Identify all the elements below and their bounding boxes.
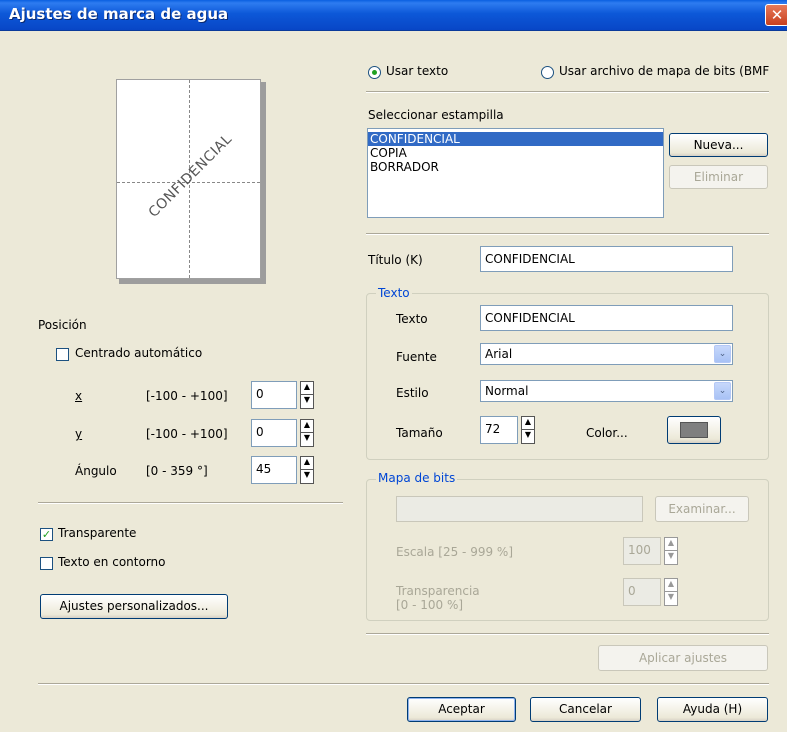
auto-center-checkbox[interactable] xyxy=(56,348,69,361)
style-select[interactable]: Normal ⌄ xyxy=(480,380,733,402)
angle-range: [0 - 359 °] xyxy=(146,464,208,478)
chevron-down-icon[interactable]: ⌄ xyxy=(714,345,731,363)
scale-spinner[interactable]: ▲ ▼ xyxy=(664,537,678,565)
radio-dot-icon xyxy=(372,70,377,75)
spin-up-icon[interactable]: ▲ xyxy=(301,420,313,433)
x-range: [-100 - +100] xyxy=(146,389,228,403)
text-input[interactable]: CONFIDENCIAL xyxy=(480,305,733,331)
spin-up-icon[interactable]: ▲ xyxy=(301,382,313,395)
size-label: Tamaño xyxy=(396,426,443,440)
spin-down-icon[interactable]: ▼ xyxy=(522,430,534,443)
divider xyxy=(366,91,769,93)
spin-up-icon[interactable]: ▲ xyxy=(301,457,313,470)
transparency-spinner[interactable]: ▲ ▼ xyxy=(664,578,678,606)
watermark-preview: CONFIDENCIAL xyxy=(116,79,261,279)
spin-up-icon[interactable]: ▲ xyxy=(665,579,677,592)
text-group-legend: Texto xyxy=(376,286,412,300)
spin-up-icon[interactable]: ▲ xyxy=(522,417,534,430)
check-icon: ✓ xyxy=(41,528,52,541)
list-item[interactable]: CONFIDENCIAL xyxy=(368,132,663,146)
angle-spinner[interactable]: ▲ ▼ xyxy=(300,456,314,484)
stamp-label: Seleccionar estampilla xyxy=(368,108,504,122)
title-field-label: Título (K) xyxy=(368,253,423,267)
text-label: Texto xyxy=(396,312,428,326)
list-item[interactable]: BORRADOR xyxy=(368,160,663,174)
help-button[interactable]: Ayuda (H) xyxy=(657,697,768,722)
bitmap-file-input[interactable] xyxy=(396,496,643,522)
preview-watermark-text: CONFIDENCIAL xyxy=(145,131,236,221)
spin-down-icon[interactable]: ▼ xyxy=(301,470,313,483)
window-title: Ajustes de marca de agua xyxy=(9,5,229,23)
custom-settings-button[interactable]: Ajustes personalizados... xyxy=(40,594,228,619)
outline-checkbox[interactable] xyxy=(40,557,53,570)
browse-button[interactable]: Examinar... xyxy=(655,496,749,522)
divider xyxy=(366,233,769,235)
title-input[interactable]: CONFIDENCIAL xyxy=(480,246,733,272)
spin-down-icon[interactable]: ▼ xyxy=(301,433,313,446)
transparency-label-line1: Transparencia xyxy=(396,584,480,598)
cancel-button[interactable]: Cancelar xyxy=(530,697,641,722)
angle-input[interactable]: 45 xyxy=(251,456,297,484)
divider xyxy=(366,633,769,635)
font-select[interactable]: Arial ⌄ xyxy=(480,343,733,365)
scale-input[interactable]: 100 xyxy=(623,537,661,565)
style-label: Estilo xyxy=(396,386,429,400)
transparent-checkbox[interactable]: ✓ xyxy=(40,528,53,541)
use-text-label[interactable]: Usar texto xyxy=(386,64,448,78)
close-icon: ✕ xyxy=(770,6,784,24)
transparency-label: Transparencia [0 - 100 %] xyxy=(396,584,480,612)
stamp-list[interactable]: CONFIDENCIAL COPIA BORRADOR xyxy=(367,128,664,218)
list-item[interactable]: COPIA xyxy=(368,146,663,160)
font-label: Fuente xyxy=(396,350,437,364)
chevron-down-icon[interactable]: ⌄ xyxy=(714,382,731,400)
outline-label[interactable]: Texto en contorno xyxy=(58,555,166,569)
color-swatch xyxy=(680,422,708,438)
delete-stamp-button[interactable]: Eliminar xyxy=(669,165,768,189)
size-input[interactable]: 72 xyxy=(480,416,518,444)
spin-down-icon[interactable]: ▼ xyxy=(665,551,677,564)
x-input[interactable]: 0 xyxy=(251,381,297,409)
color-label[interactable]: Color... xyxy=(586,426,628,440)
transparency-input[interactable]: 0 xyxy=(623,578,661,606)
ok-button[interactable]: Aceptar xyxy=(407,697,516,722)
divider xyxy=(38,502,343,504)
position-label: Posición xyxy=(38,318,87,332)
font-value: Arial xyxy=(485,347,513,361)
color-button[interactable] xyxy=(667,416,721,444)
transparent-label[interactable]: Transparente xyxy=(58,526,136,540)
y-spinner[interactable]: ▲ ▼ xyxy=(300,419,314,447)
transparency-label-line2: [0 - 100 %] xyxy=(396,598,464,612)
use-bitmap-label[interactable]: Usar archivo de mapa de bits (BMF xyxy=(559,64,785,78)
use-bitmap-radio[interactable] xyxy=(541,66,554,79)
close-button[interactable]: ✕ xyxy=(765,4,787,26)
auto-center-label[interactable]: Centrado automático xyxy=(75,346,202,360)
size-spinner[interactable]: ▲ ▼ xyxy=(521,416,535,444)
use-text-radio[interactable] xyxy=(368,66,381,79)
y-input[interactable]: 0 xyxy=(251,419,297,447)
apply-settings-button[interactable]: Aplicar ajustes xyxy=(598,645,768,671)
scale-label: Escala [25 - 999 %] xyxy=(396,545,513,559)
divider xyxy=(38,683,769,685)
new-stamp-button[interactable]: Nueva... xyxy=(669,133,768,157)
spin-down-icon[interactable]: ▼ xyxy=(301,395,313,408)
bitmap-group-legend: Mapa de bits xyxy=(376,471,458,485)
angle-label: Ángulo xyxy=(75,464,117,478)
spin-up-icon[interactable]: ▲ xyxy=(665,538,677,551)
y-label: y xyxy=(75,427,83,441)
x-label: x xyxy=(75,389,83,403)
style-value: Normal xyxy=(485,384,529,398)
x-spinner[interactable]: ▲ ▼ xyxy=(300,381,314,409)
y-range: [-100 - +100] xyxy=(146,427,228,441)
spin-down-icon[interactable]: ▼ xyxy=(665,592,677,605)
